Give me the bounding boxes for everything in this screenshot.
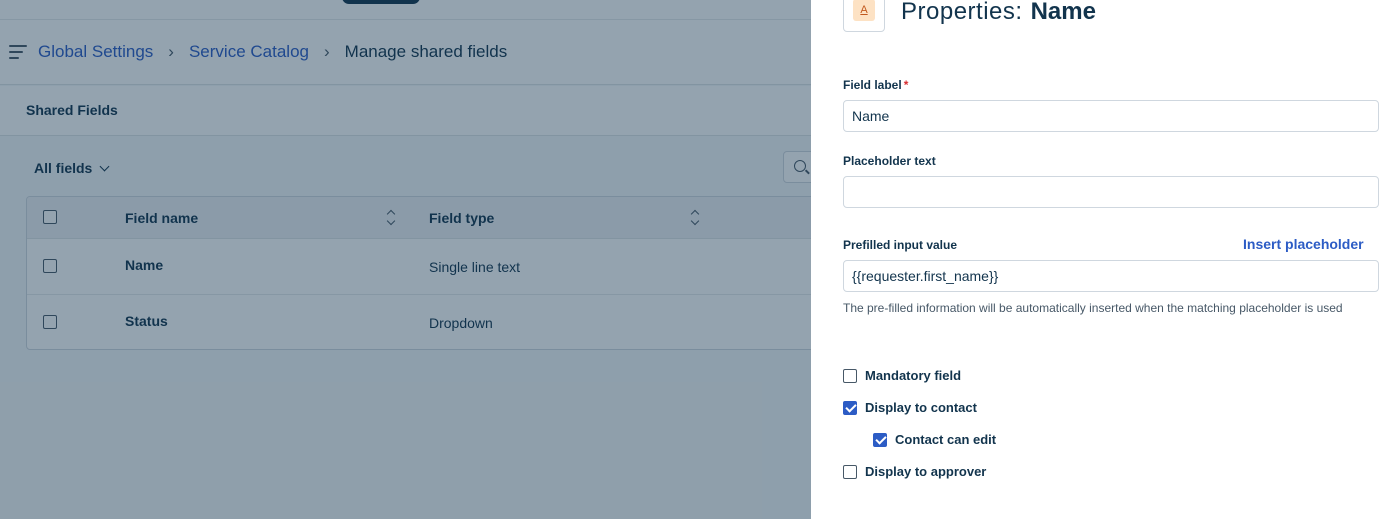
- contact-can-edit-checkbox[interactable]: [873, 432, 887, 447]
- mandatory-field-option[interactable]: Mandatory field: [843, 368, 961, 383]
- panel-title: Properties: Name: [901, 0, 1096, 26]
- insert-placeholder-link[interactable]: Insert placeholder: [1243, 236, 1364, 252]
- display-to-contact-option[interactable]: Display to contact: [843, 400, 977, 415]
- properties-panel: A Properties: Name Field label * Name Plac…: [811, 0, 1400, 519]
- field-label-label: Field label *: [843, 78, 908, 92]
- panel-title-name: Name: [1030, 0, 1096, 25]
- mandatory-field-checkbox[interactable]: [843, 368, 857, 383]
- display-to-contact-label: Display to contact: [865, 400, 977, 415]
- placeholder-text-label: Placeholder text: [843, 154, 936, 168]
- contact-can-edit-label: Contact can edit: [895, 432, 997, 447]
- contact-can-edit-option[interactable]: Contact can edit: [873, 432, 996, 447]
- field-label-text: Field label: [843, 78, 902, 92]
- field-label-input[interactable]: Name: [843, 100, 1379, 132]
- prefilled-value-label: Prefilled input value: [843, 238, 958, 252]
- display-to-approver-option[interactable]: Display to approver: [843, 464, 986, 479]
- display-to-approver-checkbox[interactable]: [843, 464, 857, 479]
- display-to-contact-checkbox[interactable]: [843, 400, 857, 415]
- mandatory-field-label: Mandatory field: [865, 368, 962, 383]
- text-field-icon: A: [853, 0, 875, 21]
- prefilled-value-input[interactable]: {{requester.first_name}}: [843, 260, 1379, 292]
- required-mark: *: [903, 78, 909, 92]
- display-to-approver-label: Display to approver: [865, 464, 987, 479]
- prefilled-hint: The pre-filled information will be autom…: [843, 301, 1343, 315]
- field-type-icon: A: [843, 0, 885, 32]
- modal-overlay[interactable]: [0, 0, 811, 519]
- panel-title-prefix: Properties:: [901, 0, 1023, 25]
- placeholder-text-input[interactable]: [843, 176, 1379, 208]
